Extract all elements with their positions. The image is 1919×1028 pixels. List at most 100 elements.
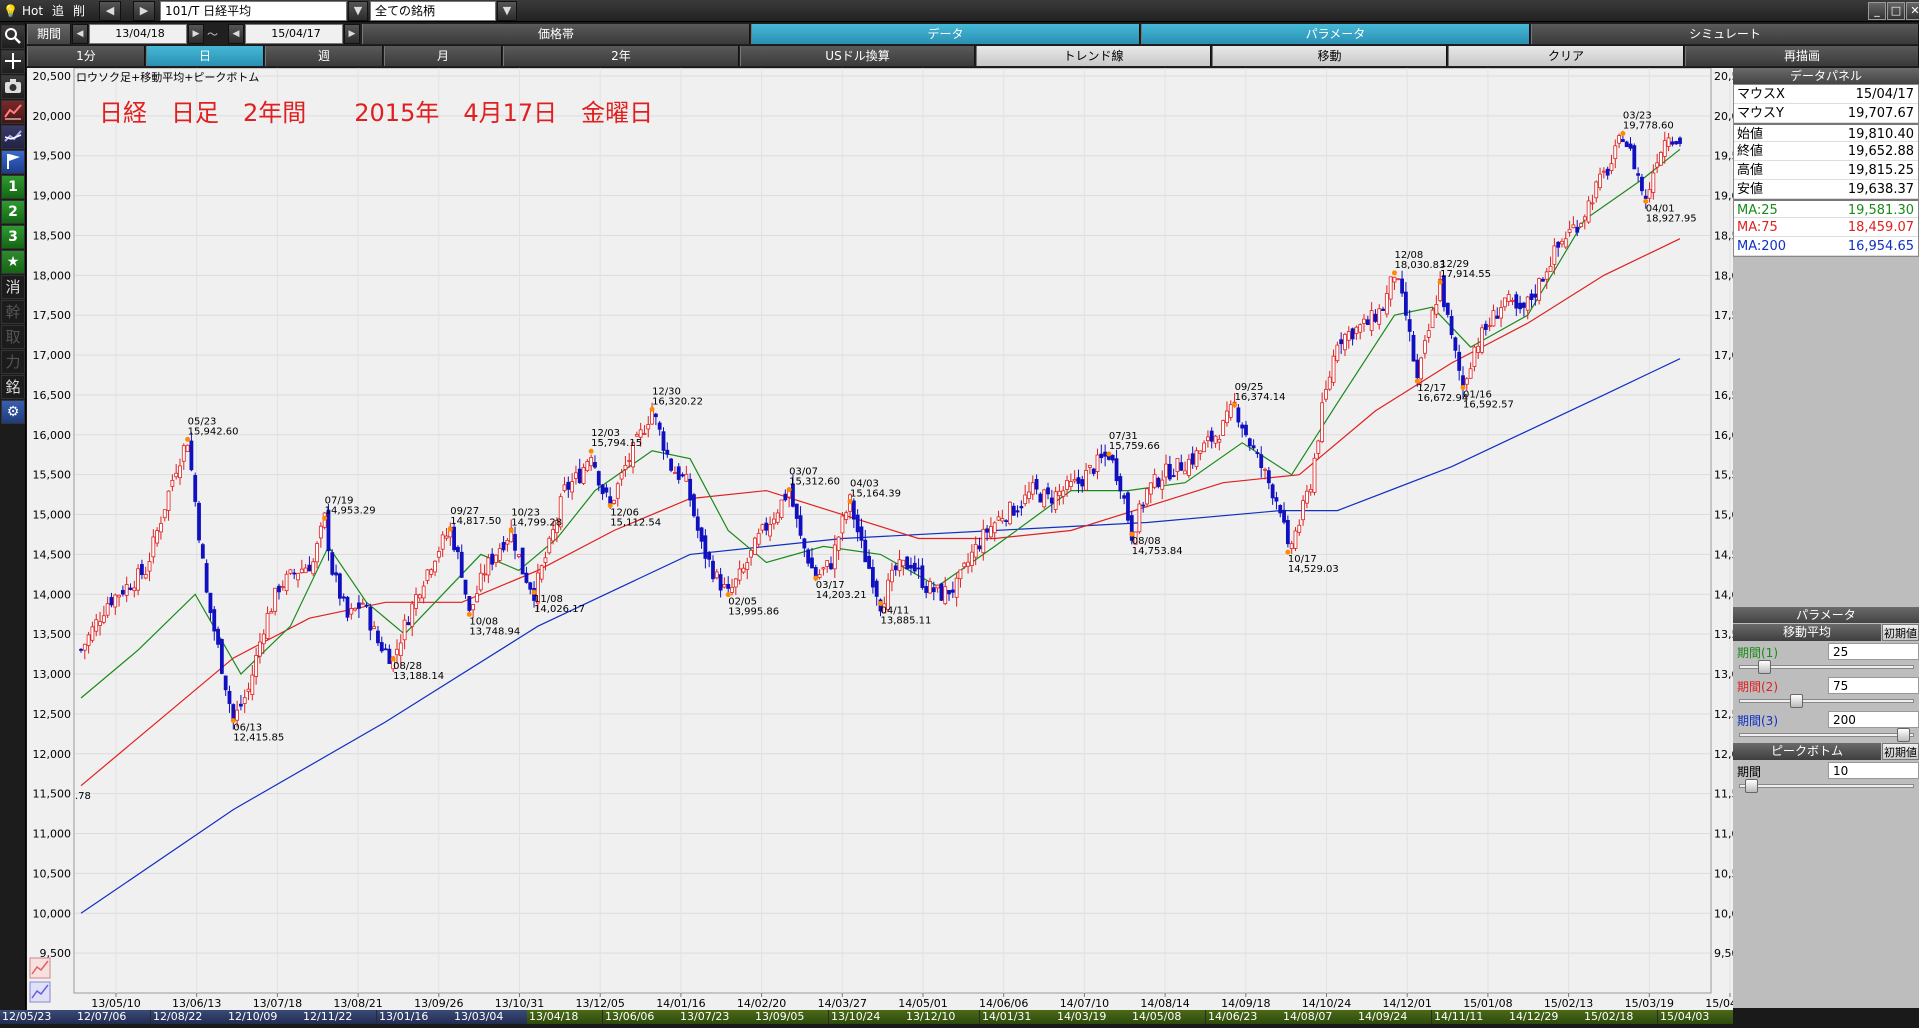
- gear-icon[interactable]: ⚙: [1, 400, 25, 424]
- overview-date-label[interactable]: 12/11/22: [301, 1010, 376, 1024]
- maximize-icon[interactable]: □: [1887, 2, 1905, 20]
- pb-reset-button[interactable]: 初期値: [1882, 743, 1919, 760]
- tool-tori-button[interactable]: 取: [1, 325, 25, 349]
- trendline-button[interactable]: トレンド線: [976, 46, 1211, 66]
- tool-kan-button[interactable]: 幹: [1, 300, 25, 324]
- overview-date-label[interactable]: 13/10/24: [829, 1010, 904, 1024]
- close-icon[interactable]: ✕: [1906, 2, 1919, 20]
- pb-slider-thumb[interactable]: [1745, 779, 1758, 793]
- param2-input[interactable]: 75: [1828, 677, 1919, 694]
- move-button[interactable]: 移動: [1212, 46, 1447, 66]
- usd-convert-button[interactable]: USドル換算: [740, 46, 975, 66]
- preset-1-button[interactable]: 1: [1, 175, 25, 199]
- mini-chart-icon-1[interactable]: [29, 957, 51, 979]
- tf-weekly[interactable]: 週: [265, 46, 383, 66]
- overview-date-label[interactable]: 13/06/06: [603, 1010, 678, 1024]
- from-next-icon[interactable]: ▶: [188, 24, 204, 44]
- candle-body: [1582, 216, 1587, 221]
- prev-arrow-icon[interactable]: ◀: [99, 1, 121, 21]
- overview-date-bar[interactable]: 12/05/23 12/07/06 12/08/22 12/10/09 12/11/22…: [0, 1010, 1733, 1024]
- param3-slider[interactable]: [1739, 728, 1914, 742]
- overview-date-label[interactable]: 15/02/18: [1582, 1010, 1657, 1024]
- tool-chikara-button[interactable]: 力: [1, 350, 25, 374]
- preset-2-button[interactable]: 2: [1, 200, 25, 224]
- universe-field[interactable]: 全ての銘柄: [370, 1, 496, 21]
- y-tick-label-right: 16,500: [1714, 389, 1733, 402]
- overview-date-label[interactable]: 15/04/03: [1658, 1010, 1733, 1024]
- from-prev-icon[interactable]: ◀: [72, 24, 88, 44]
- param3-slider-thumb[interactable]: [1897, 728, 1910, 742]
- overview-date-label[interactable]: 13/12/10: [904, 1010, 979, 1024]
- symbol-dropdown-icon[interactable]: ▼: [348, 1, 368, 21]
- redraw-button[interactable]: 再描画: [1685, 46, 1919, 66]
- crosshair-icon[interactable]: [1, 50, 25, 74]
- add-button[interactable]: 追: [52, 2, 64, 20]
- overview-date-label[interactable]: 14/05/08: [1130, 1010, 1205, 1024]
- tab-parameters[interactable]: パラメータ: [1141, 24, 1530, 44]
- tf-2year[interactable]: 2年: [503, 46, 739, 66]
- candle-body: [1228, 404, 1233, 418]
- peak-marker: [1620, 130, 1626, 136]
- preset-3-button[interactable]: 3: [1, 225, 25, 249]
- overview-date-label[interactable]: 14/06/23: [1206, 1010, 1281, 1024]
- to-prev-icon[interactable]: ◀: [228, 24, 244, 44]
- candle-body: [277, 585, 281, 593]
- delete-button[interactable]: 削: [73, 2, 85, 20]
- overview-date-label[interactable]: 14/12/29: [1507, 1010, 1582, 1024]
- multi-line-chart-icon[interactable]: [1, 125, 25, 149]
- search-icon[interactable]: [1, 25, 25, 49]
- overview-date-label[interactable]: 13/09/05: [753, 1010, 828, 1024]
- date-from-field[interactable]: 13/04/18: [89, 24, 187, 44]
- clear-button[interactable]: クリア: [1448, 46, 1684, 66]
- x-tick-label: 13/05/10: [91, 997, 140, 1010]
- universe-dropdown-icon[interactable]: ▼: [497, 1, 517, 21]
- tf-1min[interactable]: 1分: [27, 46, 145, 66]
- flag-icon[interactable]: [1, 150, 25, 174]
- bulb-icon[interactable]: 💡: [3, 2, 18, 20]
- line-chart-icon[interactable]: [1, 100, 25, 124]
- overview-date-label[interactable]: 12/07/06: [75, 1010, 150, 1024]
- overview-date-label[interactable]: 14/08/07: [1281, 1010, 1356, 1024]
- overview-date-label[interactable]: 13/04/18: [527, 1010, 602, 1024]
- overview-date-label[interactable]: 13/07/23: [678, 1010, 753, 1024]
- candle-body: [1225, 410, 1229, 424]
- to-next-icon[interactable]: ▶: [344, 24, 360, 44]
- param2-slider[interactable]: [1739, 694, 1914, 708]
- tab-price-band[interactable]: 価格帯: [362, 24, 750, 44]
- candle-body: [1495, 315, 1500, 319]
- overview-date-label[interactable]: 13/03/04: [452, 1010, 527, 1024]
- tab-data[interactable]: データ: [751, 24, 1140, 44]
- erase-button[interactable]: 消: [1, 275, 25, 299]
- mini-chart-icon-2[interactable]: [29, 981, 51, 1003]
- overview-date-label[interactable]: 14/11/11: [1432, 1010, 1507, 1024]
- camera-icon[interactable]: [1, 75, 25, 99]
- next-arrow-icon[interactable]: ▶: [133, 1, 155, 21]
- tf-daily[interactable]: 日: [146, 46, 264, 66]
- param1-input[interactable]: 25: [1828, 643, 1919, 660]
- overview-date-label[interactable]: 14/03/19: [1055, 1010, 1130, 1024]
- candle-body: [958, 569, 963, 580]
- param1-slider-thumb[interactable]: [1758, 660, 1771, 674]
- param2-slider-thumb[interactable]: [1790, 694, 1803, 708]
- minimize-icon[interactable]: _: [1868, 2, 1886, 20]
- overview-date-label[interactable]: 12/05/23: [0, 1010, 75, 1024]
- stock-button[interactable]: 銘: [1, 375, 25, 399]
- tf-monthly[interactable]: 月: [384, 46, 502, 66]
- overview-date-label[interactable]: 12/08/22: [151, 1010, 226, 1024]
- overview-date-label[interactable]: 12/10/09: [226, 1010, 301, 1024]
- price-chart[interactable]: 9,5009,50010,00010,00010,50010,50011,000…: [27, 68, 1733, 1010]
- star-icon[interactable]: ★: [1, 250, 25, 274]
- overview-date-label[interactable]: 13/01/16: [377, 1010, 452, 1024]
- hot-button[interactable]: Hot: [22, 2, 43, 20]
- overview-date-label[interactable]: 14/01/31: [980, 1010, 1055, 1024]
- param1-slider[interactable]: [1739, 660, 1914, 674]
- ma-reset-button[interactable]: 初期値: [1882, 624, 1919, 641]
- pb-slider[interactable]: [1739, 779, 1914, 793]
- overview-date-label[interactable]: 14/09/24: [1356, 1010, 1431, 1024]
- symbol-field[interactable]: 101/T 日経平均: [160, 1, 347, 21]
- tab-simulate[interactable]: シミュレート: [1531, 24, 1919, 44]
- date-to-field[interactable]: 15/04/17: [245, 24, 343, 44]
- chart-area[interactable]: 9,5009,50010,00010,00010,50010,50011,000…: [27, 68, 1733, 1028]
- pb-period-input[interactable]: 10: [1828, 762, 1919, 779]
- param3-input[interactable]: 200: [1828, 711, 1919, 728]
